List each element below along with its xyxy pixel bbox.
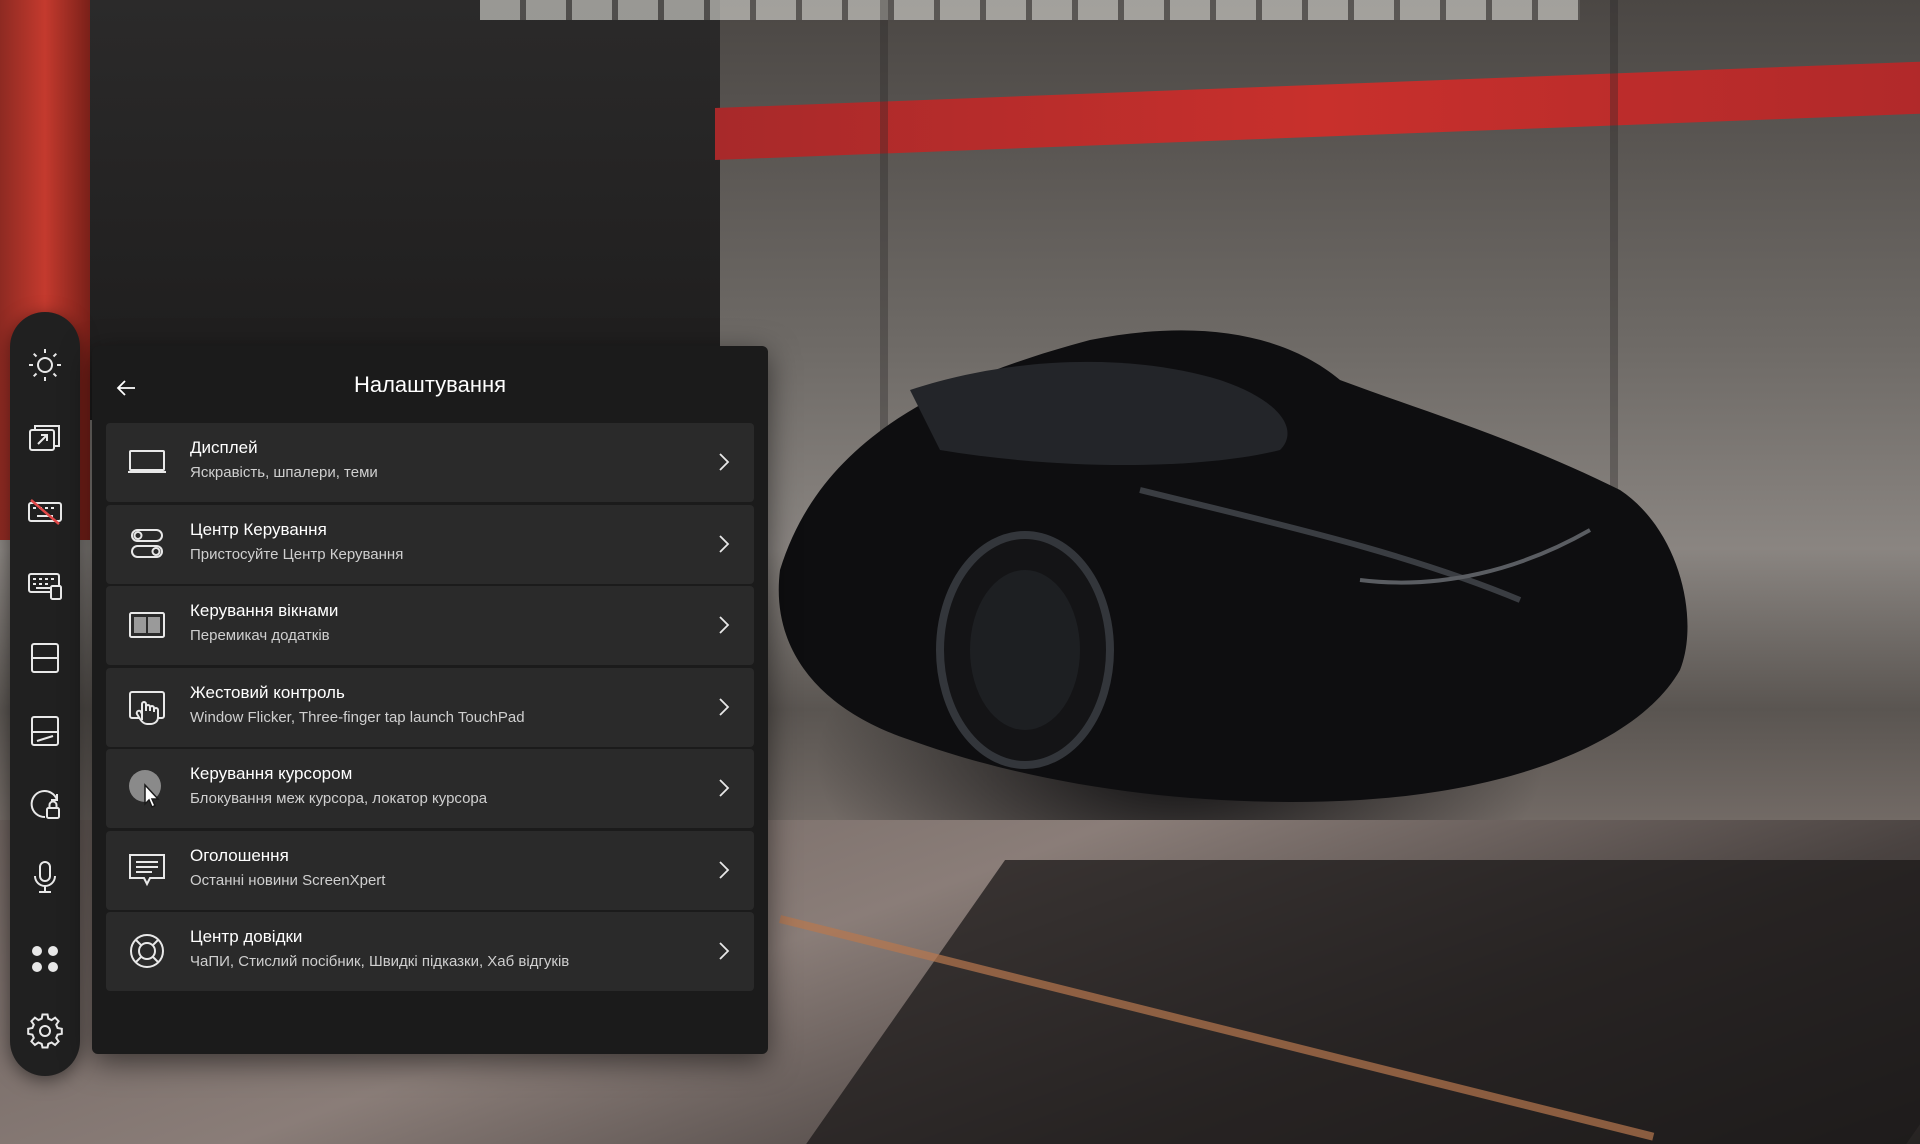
app-lock-button[interactable] [23, 782, 67, 826]
window-switch-icon [29, 425, 60, 451]
chevron-right-icon [712, 696, 734, 718]
keyboard-off-icon [28, 499, 62, 525]
menu-item-window-management[interactable]: Керування вікнами Перемикач додатків [106, 586, 754, 665]
menu-item-title: Оголошення [190, 845, 289, 865]
gesture-hand-icon [126, 686, 168, 728]
cursor-icon [126, 767, 168, 809]
menu-item-cursor-control[interactable]: Керування курсором Блокування меж курсор… [106, 749, 754, 828]
panel-header: Налаштування [92, 346, 768, 424]
menu-item-title: Дисплей [190, 438, 258, 457]
chevron-right-icon [712, 859, 734, 881]
menu-item-subtitle: ЧаПИ, Стислий посібник, Швидкі підказки,… [190, 953, 570, 970]
keyboard-button[interactable] [23, 563, 67, 607]
toggles-icon [126, 523, 168, 565]
wallpaper-red-stripe [715, 61, 1920, 160]
keyboard-icon [28, 573, 62, 600]
settings-panel: Налаштування Дисплей Яскравість, шпалери… [92, 346, 768, 1054]
menu-item-control-center[interactable]: Центр Керування Пристосуйте Центр Керува… [106, 504, 754, 584]
screenpad-icon [31, 716, 59, 746]
lifebuoy-icon [126, 930, 168, 972]
menu-item-subtitle: Пристосуйте Центр Керування [190, 545, 404, 563]
keyboard-off-button[interactable] [23, 490, 67, 534]
announcement-icon [126, 849, 168, 891]
menu-item-title: Керування курсором [190, 764, 353, 783]
menu-item-title: Жестовий контроль [190, 682, 345, 702]
display-icon [126, 441, 168, 483]
sports-car-wallpaper-icon [778, 330, 1688, 802]
wallpaper-windows [480, 0, 1580, 20]
menu-item-subtitle: Яскравість, шпалери, теми [190, 464, 378, 481]
microphone-button[interactable] [23, 855, 67, 899]
menu-item-announcements[interactable]: Оголошення Останні новини ScreenXpert [106, 830, 754, 910]
split-screen-icon [31, 643, 59, 673]
window-switch-button[interactable] [23, 416, 67, 460]
menu-item-subtitle: Перемикач додатків [190, 627, 330, 644]
apps-button[interactable] [23, 937, 67, 981]
menu-item-subtitle: Останні новини ScreenXpert [190, 871, 386, 889]
menu-item-subtitle: Блокування меж курсора, локатор курсора [190, 790, 488, 807]
menu-item-title: Керування вікнами [190, 601, 339, 620]
chevron-right-icon [712, 614, 734, 636]
brightness-button[interactable] [23, 343, 67, 387]
chevron-right-icon [712, 451, 734, 473]
side-toolbar [10, 312, 80, 1076]
settings-button[interactable] [23, 1009, 67, 1053]
screen-split-button[interactable] [23, 636, 67, 680]
chevron-right-icon [712, 533, 734, 555]
menu-item-title: Центр Керування [190, 519, 327, 539]
screenpad-button[interactable] [23, 709, 67, 753]
menu-item-gesture-control[interactable]: Жестовий контроль Window Flicker, Three-… [106, 667, 754, 747]
menu-item-subtitle: Window Flicker, Three-finger tap launch … [190, 708, 525, 726]
panel-title: Налаштування [353, 372, 507, 397]
circular-lock-icon [30, 790, 60, 819]
four-dots-icon [32, 946, 58, 972]
settings-menu-list: Дисплей Яскравість, шпалери, теми Центр … [106, 423, 754, 994]
microphone-icon [34, 861, 56, 893]
chevron-right-icon [712, 940, 734, 962]
gear-icon [27, 1013, 63, 1049]
chevron-right-icon [712, 777, 734, 799]
menu-item-display[interactable]: Дисплей Яскравість, шпалери, теми [106, 423, 754, 502]
sun-icon [29, 349, 61, 381]
menu-item-help-center[interactable]: Центр довідки ЧаПИ, Стислий посібник, Шв… [106, 912, 754, 991]
window-split-icon [126, 604, 168, 646]
desktop: Налаштування Дисплей Яскравість, шпалери… [0, 0, 1920, 1144]
menu-item-title: Центр довідки [190, 927, 303, 946]
